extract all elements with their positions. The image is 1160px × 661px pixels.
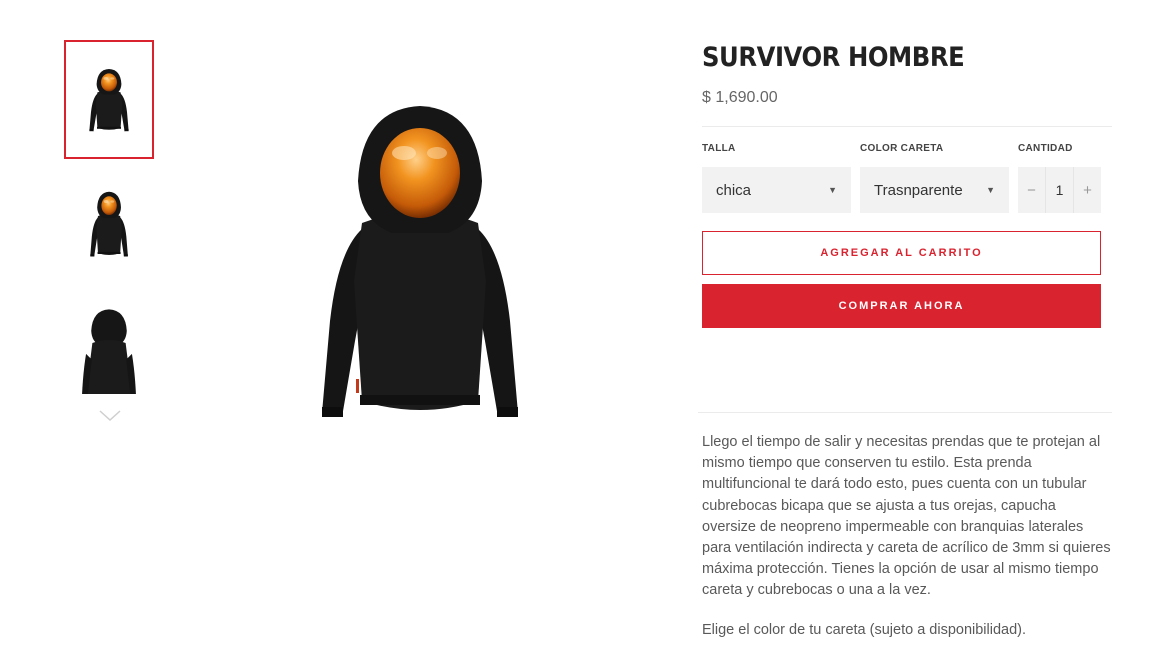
product-description: Llego el tiempo de salir y necesitas pre…	[702, 434, 1111, 599]
divider	[698, 412, 1112, 413]
color-label: COLOR CARETA	[860, 143, 944, 154]
product-main-image[interactable]	[300, 96, 540, 426]
quantity-increase-button[interactable]: +	[1074, 182, 1101, 199]
chevron-down-icon[interactable]	[97, 406, 123, 424]
quantity-decrease-button[interactable]: −	[1018, 182, 1045, 199]
product-title: SURVIVOR HOMBRE	[702, 42, 965, 73]
divider	[702, 126, 1112, 127]
thumbnail-back[interactable]	[64, 300, 154, 398]
size-label: TALLA	[702, 143, 736, 154]
size-select-value: chica	[716, 181, 752, 199]
color-select-value: Trasnparente	[874, 181, 963, 199]
dropdown-caret-icon: ▼	[986, 185, 995, 195]
quantity-value[interactable]: 1	[1045, 167, 1074, 213]
quantity-stepper[interactable]: − 1 +	[1018, 167, 1101, 213]
thumbnail-front[interactable]	[64, 40, 154, 159]
quantity-label: CANTIDAD	[1018, 143, 1073, 154]
product-note: Elige el color de tu careta (sujeto a di…	[702, 622, 1027, 638]
buy-now-button[interactable]: COMPRAR AHORA	[702, 284, 1101, 328]
hoodie-main-image	[322, 106, 518, 417]
hoodie-front-image	[89, 68, 129, 131]
size-select[interactable]: chica ▼	[702, 167, 851, 213]
color-select[interactable]: Trasnparente ▼	[860, 167, 1009, 213]
hoodie-side-image	[90, 191, 128, 257]
thumbnail-side[interactable]	[64, 166, 154, 282]
product-price: $ 1,690.00	[702, 89, 778, 106]
dropdown-caret-icon: ▼	[828, 185, 837, 195]
hoodie-back-image	[82, 309, 136, 394]
add-to-cart-button[interactable]: AGREGAR AL CARRITO	[702, 231, 1101, 275]
